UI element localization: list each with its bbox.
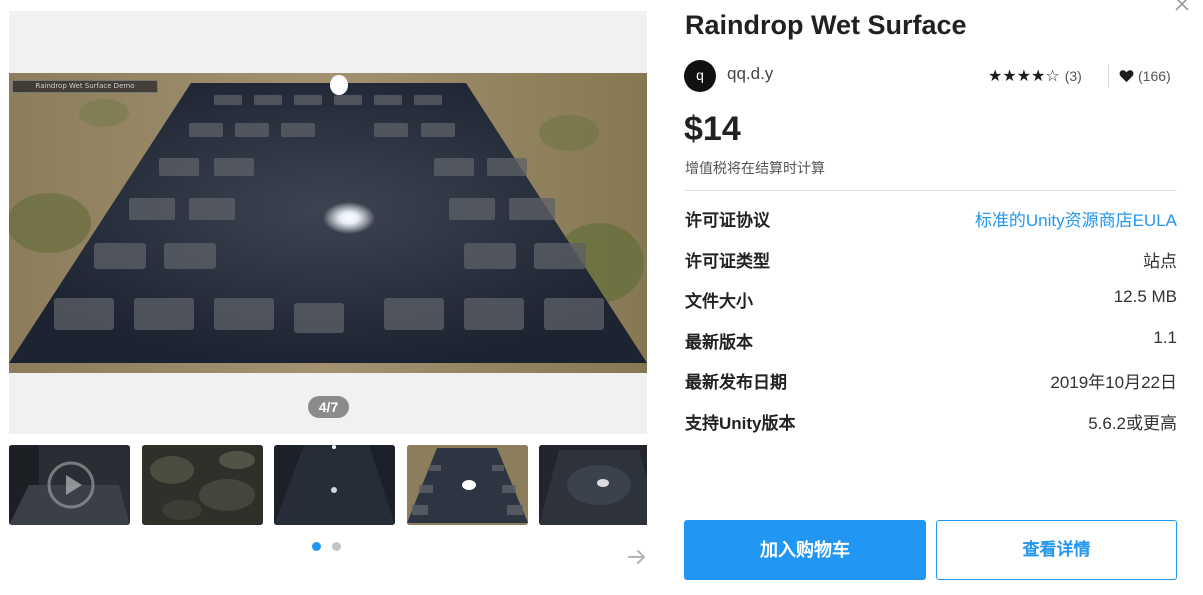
thumbnail-strip — [9, 445, 647, 526]
spec-row-license-agreement: 许可证协议 标准的Unity资源商店EULA — [685, 206, 1177, 230]
spec-label: 支持Unity版本 — [685, 414, 796, 433]
price: $14 — [684, 110, 741, 148]
puddle-surface-image — [539, 445, 647, 525]
thumbnail-5[interactable] — [539, 445, 647, 525]
spec-value: 5.6.2或更高 — [1088, 414, 1177, 433]
heart-icon — [1119, 70, 1134, 83]
thumbnail-1[interactable] — [9, 445, 130, 525]
section-divider — [684, 190, 1177, 191]
add-to-cart-button[interactable]: 加入购物车 — [684, 520, 926, 580]
arrow-right-icon[interactable] — [626, 546, 648, 568]
spec-label: 最新发布日期 — [685, 373, 787, 392]
spec-label: 许可证类型 — [685, 252, 770, 271]
rating-count: (3) — [1064, 68, 1082, 84]
license-agreement-link[interactable]: 标准的Unity资源商店EULA — [975, 206, 1177, 231]
spec-row-latest-version: 最新版本 1.1 — [685, 328, 1177, 352]
pagination-dot-2[interactable] — [332, 542, 341, 551]
image-viewer: Raindrop Wet Surface Demo 4/7 — [9, 11, 647, 434]
thumbnail-4[interactable] — [407, 445, 528, 525]
image-counter-badge: 4/7 — [308, 396, 349, 418]
pagination-dot-1[interactable] — [312, 542, 321, 551]
publisher-name[interactable]: qq.d.y — [727, 64, 773, 84]
wet-surface-screenshot — [9, 73, 647, 373]
selected-surface-image — [407, 445, 528, 525]
spec-row-file-size: 文件大小 12.5 MB — [685, 287, 1177, 311]
divider — [1108, 64, 1109, 88]
spec-label: 文件大小 — [685, 292, 753, 311]
spec-label: 许可证协议 — [685, 211, 770, 230]
spec-value: 1.1 — [1153, 328, 1177, 347]
spec-label: 最新版本 — [685, 333, 753, 352]
spec-value: 12.5 MB — [1113, 287, 1177, 306]
demo-label: Raindrop Wet Surface Demo — [12, 80, 158, 93]
view-details-button[interactable]: 查看详情 — [936, 520, 1177, 580]
spec-value: 站点 — [1143, 252, 1177, 271]
vat-note: 增值税将在结算时计算 — [685, 160, 825, 176]
thumbnail-2[interactable] — [142, 445, 263, 525]
dark-surface-image — [274, 445, 395, 525]
video-thumbnail-image — [9, 445, 130, 525]
product-title: Raindrop Wet Surface — [685, 10, 967, 40]
thumbnail-3[interactable] — [274, 445, 395, 525]
favorite-count: (166) — [1138, 68, 1171, 84]
rating[interactable]: ★★★★☆ (3) — [988, 66, 1082, 86]
rock-texture-image — [142, 445, 263, 525]
main-image[interactable]: Raindrop Wet Surface Demo — [9, 73, 647, 373]
publisher-avatar[interactable]: q — [684, 60, 716, 92]
close-icon[interactable] — [1172, 0, 1192, 16]
star-rating-icon: ★★★★☆ — [988, 68, 1060, 85]
favorite-button[interactable]: (166) — [1119, 66, 1171, 86]
spec-row-unity-version: 支持Unity版本 5.6.2或更高 — [685, 409, 1177, 433]
spec-value: 2019年10月22日 — [1050, 373, 1177, 392]
spec-row-license-type: 许可证类型 站点 — [685, 247, 1177, 271]
spec-row-release-date: 最新发布日期 2019年10月22日 — [685, 368, 1177, 392]
